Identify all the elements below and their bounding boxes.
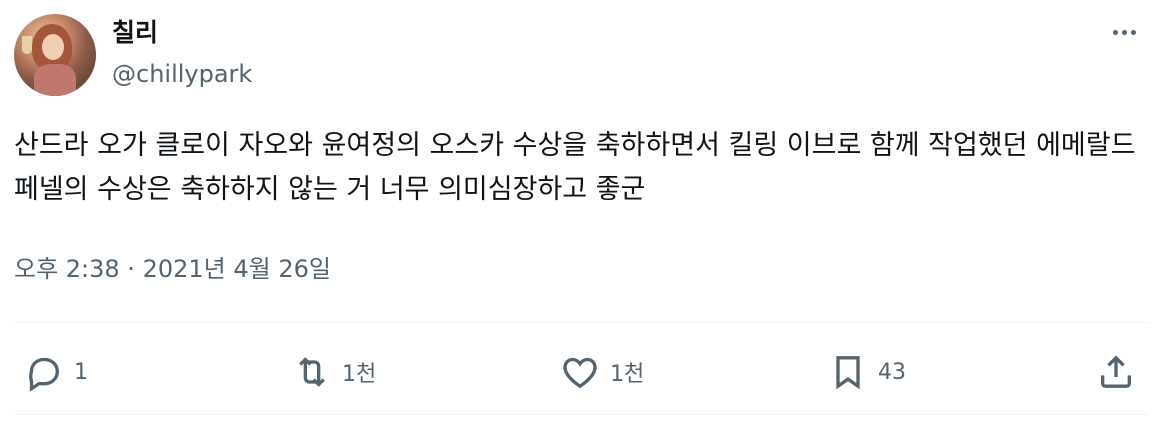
reply-icon xyxy=(29,357,60,392)
tweet-text: 산드라 오가 클로이 자오와 윤여정의 오스카 수상을 축하하면서 킬링 이브로… xyxy=(14,130,1136,205)
divider xyxy=(14,322,1148,323)
reply-count: 1 xyxy=(74,359,88,385)
bookmark-icon xyxy=(836,356,860,390)
heart-icon xyxy=(563,357,597,389)
user-handle[interactable]: @chillypark xyxy=(112,58,252,90)
share-button[interactable] xyxy=(1096,352,1136,392)
reply-button[interactable]: 1 xyxy=(24,352,88,392)
avatar[interactable] xyxy=(14,14,96,96)
more-options-icon[interactable] xyxy=(1104,20,1144,44)
action-bar: 1 1천 1천 43 xyxy=(0,324,1162,416)
bookmark-count: 43 xyxy=(878,359,906,385)
share-icon xyxy=(1101,355,1131,388)
display-name[interactable]: 칠리 xyxy=(112,16,158,50)
retweet-count: 1천 xyxy=(342,362,377,387)
tweet-timestamp[interactable]: 오후 2:38 · 2021년 4월 26일 xyxy=(14,252,331,286)
divider xyxy=(14,414,1148,415)
bookmark-button[interactable]: 43 xyxy=(828,352,906,392)
retweet-icon xyxy=(299,357,325,387)
like-button[interactable]: 1천 xyxy=(560,352,644,392)
avatar-glass xyxy=(22,36,32,54)
retweet-button[interactable]: 1천 xyxy=(292,352,376,392)
avatar-face xyxy=(42,34,64,60)
like-count: 1천 xyxy=(610,362,645,387)
avatar-dress xyxy=(34,64,76,96)
